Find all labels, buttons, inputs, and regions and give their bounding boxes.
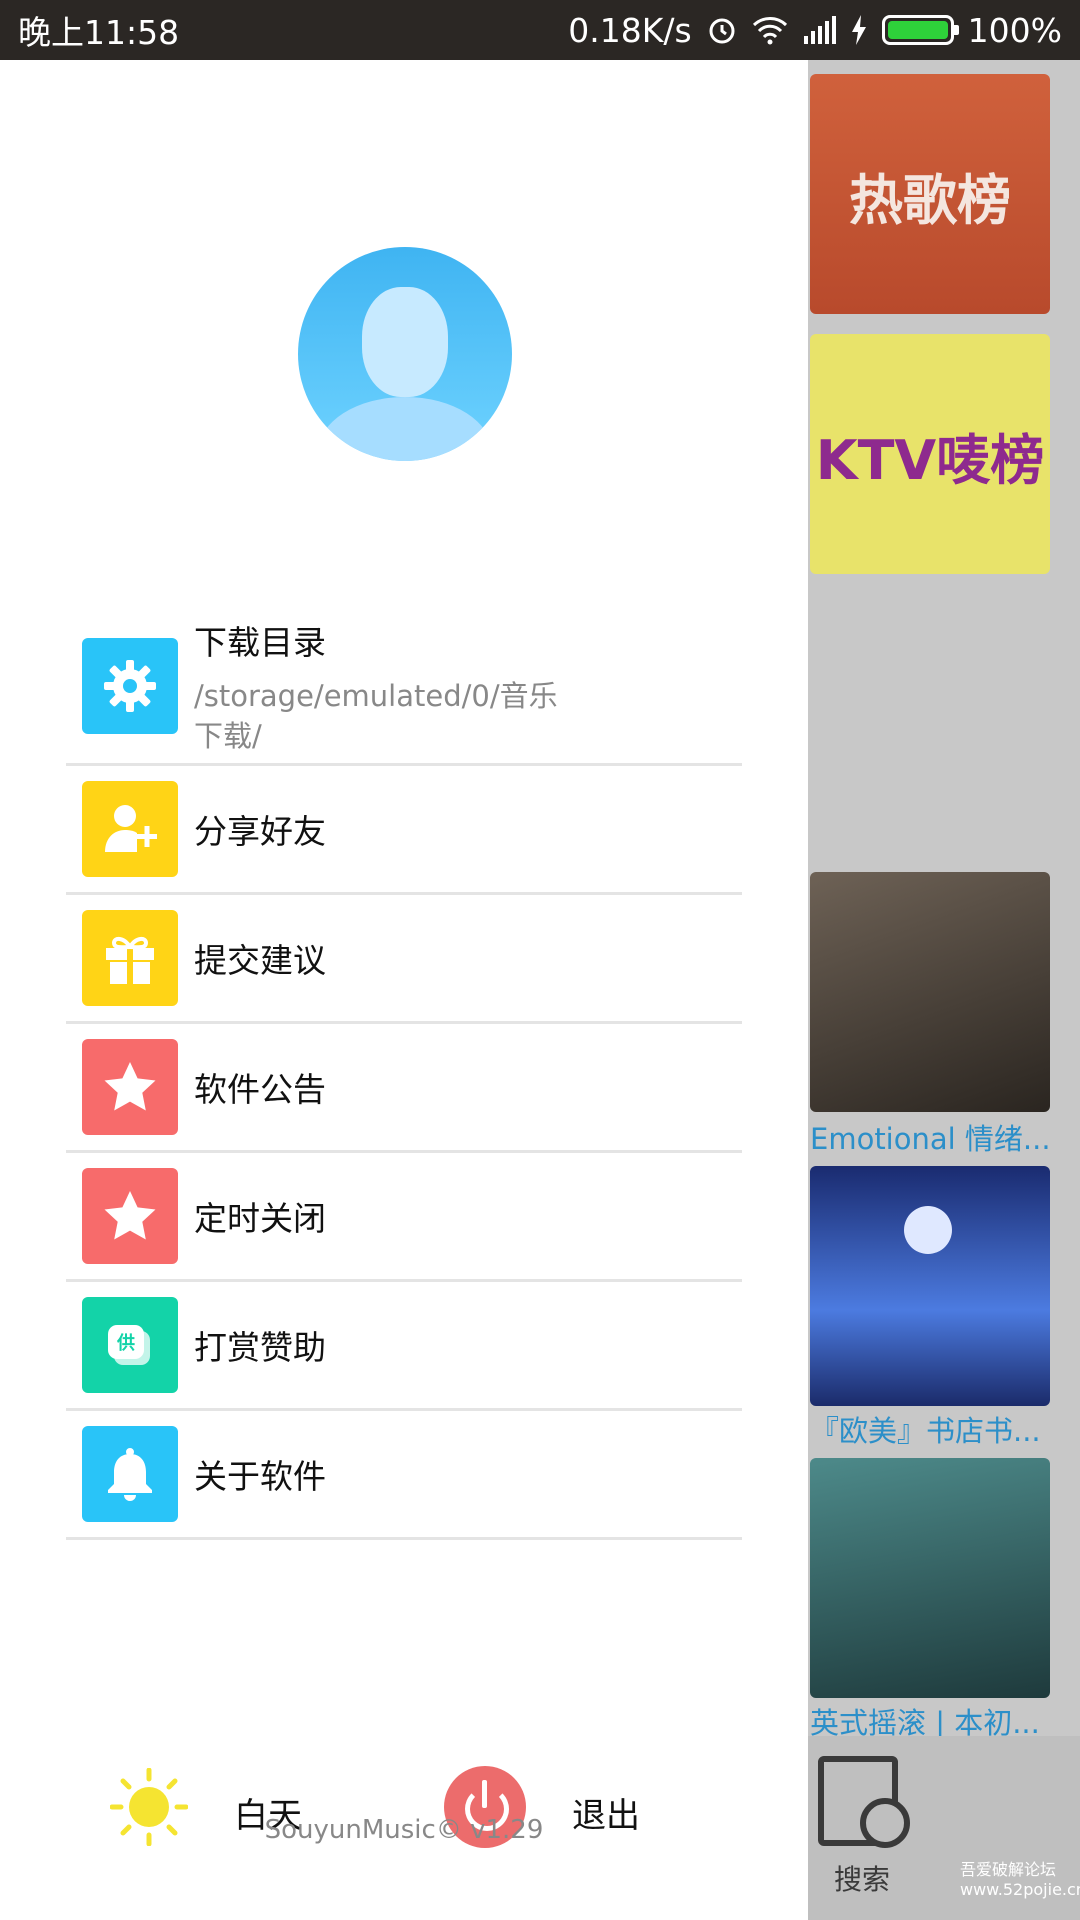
- sponsor-icon: 供: [82, 1297, 178, 1393]
- app-version: SouyunMusic© v1.29: [264, 1815, 544, 1845]
- avatar[interactable]: [298, 247, 512, 461]
- wifi-icon: [752, 17, 787, 45]
- menu-item-donate[interactable]: 供 打赏赞助: [66, 1282, 742, 1411]
- menu-label: 关于软件: [194, 1457, 326, 1496]
- status-time: 晚上11:58: [18, 13, 180, 52]
- alarm-icon: [709, 18, 735, 44]
- menu-item-announcement[interactable]: 软件公告: [66, 1024, 742, 1153]
- gift-icon: [82, 910, 178, 1006]
- menu-label: 下载目录: [194, 622, 326, 662]
- svg-text:供: 供: [116, 1332, 135, 1354]
- star-icon: [82, 1168, 178, 1264]
- playlist-cover[interactable]: [810, 872, 1050, 1112]
- net-speed: 0.18K/s: [568, 10, 692, 50]
- gear-icon: [82, 637, 178, 734]
- playlist-title[interactable]: Emotional 情绪...: [810, 1116, 1070, 1158]
- hot-chart-logo: 热歌榜: [849, 169, 1011, 232]
- menu-item-share-friends[interactable]: 分享好友: [66, 766, 742, 895]
- menu-label: 软件公告: [194, 1070, 326, 1109]
- menu-label: 提交建议: [194, 941, 326, 980]
- add-user-icon: [82, 781, 178, 877]
- signal-icon: [803, 16, 836, 44]
- battery-icon: [881, 15, 959, 45]
- menu-label: 打赏赞助: [194, 1328, 326, 1367]
- status-bar: 晚上11:58 0.18K/s 100%: [0, 0, 1080, 60]
- moon-image: [904, 1206, 952, 1254]
- menu-item-sleep-timer[interactable]: 定时关闭: [66, 1153, 742, 1282]
- battery-percent: 100%: [967, 10, 1062, 50]
- background-page: 热歌榜 KTV唛榜 Emotional 情绪... 『欧美』书店书... 英式摇…: [808, 60, 1080, 1920]
- navigation-drawer: 下载目录 /storage/emulated/0/音乐下载/ 分享好友 提交建议…: [0, 60, 808, 1920]
- playlist-cover[interactable]: [810, 1458, 1050, 1698]
- hot-chart-card[interactable]: 热歌榜: [810, 74, 1050, 314]
- star-icon: [82, 1039, 178, 1135]
- search-tab-label[interactable]: 搜索: [834, 1858, 890, 1898]
- menu-item-about[interactable]: 关于软件: [66, 1411, 742, 1540]
- menu-label: 定时关闭: [194, 1199, 326, 1238]
- drawer-menu: 下载目录 /storage/emulated/0/音乐下载/ 分享好友 提交建议…: [66, 608, 742, 1540]
- menu-item-feedback[interactable]: 提交建议: [66, 895, 742, 1024]
- bell-icon: [82, 1426, 178, 1522]
- watermark: 吾爱破解论坛 www.52pojie.cn: [960, 1860, 1080, 1899]
- playlist-cover[interactable]: [810, 1166, 1050, 1406]
- menu-item-download-dir[interactable]: 下载目录 /storage/emulated/0/音乐下载/: [66, 608, 742, 766]
- download-path: /storage/emulated/0/音乐下载/: [194, 678, 558, 753]
- menu-label: 分享好友: [194, 812, 326, 851]
- ktv-chart-card[interactable]: KTV唛榜: [810, 334, 1050, 574]
- charging-icon: [851, 15, 866, 45]
- bottom-nav: 搜索 吾爱破解论坛 www.52pojie.cn: [808, 1736, 1080, 1920]
- ktv-chart-logo: KTV唛榜: [815, 429, 1045, 492]
- search-icon[interactable]: [818, 1756, 910, 1848]
- playlist-title[interactable]: 『欧美』书店书...: [810, 1408, 1070, 1450]
